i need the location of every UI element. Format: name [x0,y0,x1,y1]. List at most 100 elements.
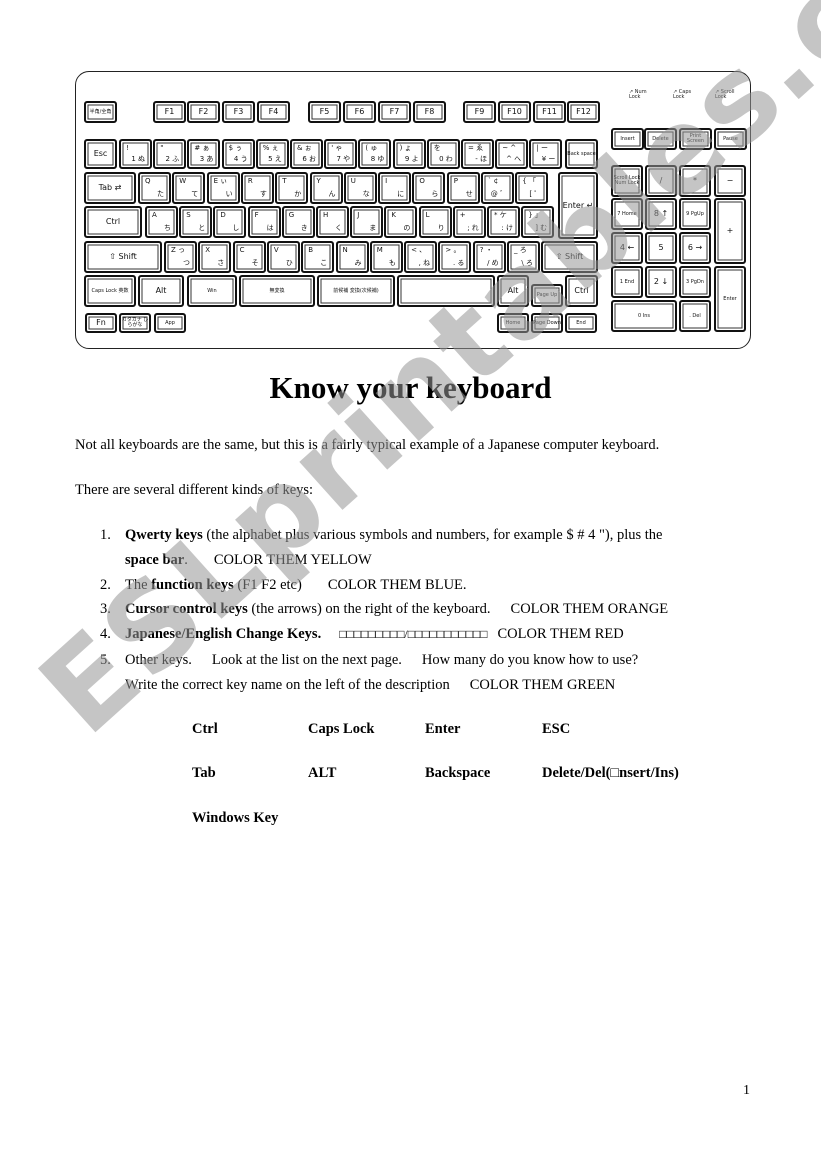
key-numpad[interactable]: 9 PgUp [679,198,711,230]
key-f2[interactable]: F2 [187,101,220,123]
key-numpad[interactable]: 7 Home [611,198,643,230]
key-numpad[interactable]: 1 End [611,266,643,298]
key-letter[interactable]: * ケ: け [487,206,520,238]
key-letter[interactable]: +; れ [452,206,486,238]
key-letter[interactable]: Dし [213,206,247,238]
key-numpad[interactable]: Enter [714,266,746,332]
key-f10[interactable]: F10 [498,101,531,123]
key-letter[interactable]: Aち [145,206,178,238]
key-numpad[interactable]: 8 ↑ [645,198,677,230]
key-letter[interactable]: Rす [240,172,274,204]
key-esc[interactable]: Esc [84,139,117,169]
key-letter[interactable]: Nみ [335,241,369,273]
key-nav-bottom[interactable]: Home [497,313,529,333]
key-letter[interactable]: Kの [384,206,418,238]
key-f1[interactable]: F1 [153,101,186,123]
key-number-row[interactable]: = ゑ - ほ [461,139,494,169]
key-letter[interactable]: Jま [350,206,384,238]
key-letter[interactable]: E ぃい [206,172,240,204]
key-letter[interactable]: ? ・ / め [472,241,506,273]
key-letter[interactable]: Uな [343,172,377,204]
key-shift-right[interactable]: ⇧ Shift [541,241,598,273]
key-numpad[interactable]: * [679,165,711,197]
key-hankaku[interactable]: 半角/全角 [84,101,117,123]
key-letter[interactable]: Fは [247,206,281,238]
key-numpad[interactable]: Scroll Lock Num Lock [611,165,643,197]
key-alt-left[interactable]: Alt [138,275,184,307]
key-f11[interactable]: F11 [533,101,566,123]
key-number-row[interactable]: ' ゃ 7 や [324,139,358,169]
key-letter[interactable]: Hく [316,206,349,238]
key-letter[interactable]: { 「 [ ゜ [515,172,549,204]
key-f8[interactable]: F8 [413,101,446,123]
key-nav[interactable]: Pause [714,128,747,150]
key-number-row[interactable]: ~ ^ ^ へ [495,139,529,169]
key-f4[interactable]: F4 [257,101,290,123]
key-letter[interactable]: Tか [275,172,309,204]
key-number-row[interactable]: # ぁ 3 あ [187,139,221,169]
key-number-row[interactable]: " 2 ふ [153,139,187,169]
key-caps-lock[interactable]: Caps Lock 英数 [84,275,136,307]
key-henkan[interactable]: 前候補 変換(次候補) [317,275,395,307]
key-letter[interactable]: Oら [412,172,446,204]
key-katakana[interactable]: カタカナ ひらがな [119,313,151,333]
key-backspace[interactable]: Back space [565,139,598,169]
key-f3[interactable]: F3 [222,101,255,123]
key-letter[interactable]: Qた [138,172,171,204]
key-nav-bottom[interactable]: Page Down [531,313,563,333]
key-nav-bottom[interactable]: End [565,313,597,333]
key-letter[interactable]: < 、 , ね [404,241,438,273]
key-nav[interactable]: Delete [644,128,677,150]
key-app[interactable]: App [154,313,186,333]
key-nav[interactable]: Print Screen [679,128,712,150]
key-letter[interactable]: Cそ [232,241,266,273]
key-number-row[interactable]: & ぉ 6 お [290,139,323,169]
key-letter[interactable]: Z っつ [164,241,197,273]
key-letter[interactable]: Xさ [198,241,232,273]
key-letter[interactable]: > 。 . る [438,241,472,273]
key-number-row[interactable]: | ー ¥ ー [529,139,563,169]
key-number-row[interactable]: $ ぅ 4 う [221,139,255,169]
key-letter[interactable]: Vひ [266,241,300,273]
key-f7[interactable]: F7 [378,101,411,123]
key-letter[interactable]: Wて [172,172,206,204]
key-ctrl-right[interactable]: Ctrl [565,275,598,307]
key-numpad[interactable]: 5 [645,232,677,264]
key-numpad[interactable]: 2 ↓ [645,266,677,298]
key-windows[interactable]: Win [187,275,237,307]
key-letter[interactable]: } 」] む [521,206,555,238]
key-f5[interactable]: F5 [308,101,341,123]
key-letter[interactable]: Mも [369,241,403,273]
key-ctrl[interactable]: Ctrl [84,206,142,238]
key-numpad[interactable]: 6 → [679,232,711,264]
key-letter[interactable]: Gき [281,206,315,238]
key-number-row[interactable]: ( ゅ 8 ゆ [358,139,392,169]
key-numpad[interactable]: / [645,165,677,197]
key-letter[interactable]: Iに [378,172,412,204]
key-numpad[interactable]: 0 Ins [611,300,677,332]
key-numpad[interactable]: 3 PgDn [679,266,711,298]
key-numpad[interactable]: − [714,165,746,197]
key-tab[interactable]: Tab ⇄ [84,172,136,204]
key-numpad[interactable]: + [714,198,746,264]
key-number-row[interactable]: を 0 わ [426,139,460,169]
key-numpad[interactable]: 4 ← [611,232,643,264]
key-letter[interactable]: Sと [179,206,213,238]
key-numpad[interactable]: . Del [679,300,711,332]
key-space[interactable] [397,275,495,307]
key-letter[interactable]: _ ろ \ ろ [507,241,540,273]
key-muhenkan[interactable]: 無変換 [239,275,315,307]
key-nav[interactable]: Insert [611,128,644,150]
key-number-row[interactable]: ! 1 ぬ [119,139,152,169]
key-number-row[interactable]: % ぇ 5 え [255,139,289,169]
key-letter[interactable]: ` ¢ @ ゛ [481,172,514,204]
key-number-row[interactable]: ) ょ 9 よ [392,139,426,169]
key-page-up[interactable]: Page Up [531,284,563,307]
key-shift-left[interactable]: ⇧ Shift [84,241,162,273]
key-letter[interactable]: Bこ [301,241,335,273]
key-letter[interactable]: Yん [309,172,343,204]
key-f9[interactable]: F9 [463,101,496,123]
key-f12[interactable]: F12 [567,101,600,123]
key-letter[interactable]: Pせ [446,172,480,204]
key-fn[interactable]: Fn [85,313,117,333]
